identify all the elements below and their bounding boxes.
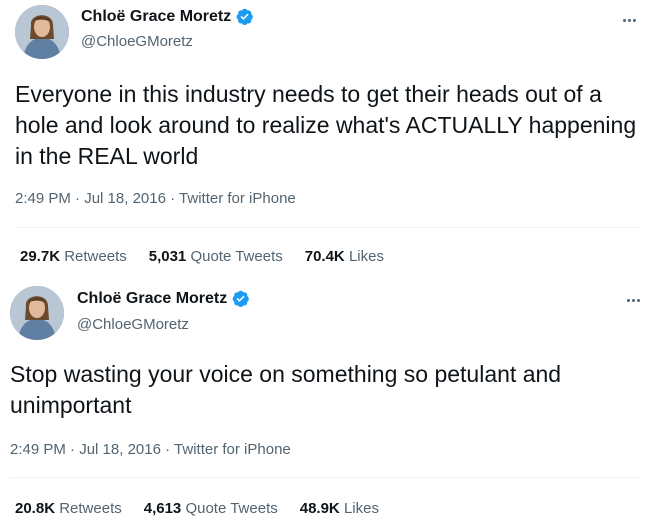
avatar-image <box>10 286 64 340</box>
tweet-date[interactable]: Jul 18, 2016 <box>79 441 161 458</box>
retweets-count: 20.8K <box>15 500 56 517</box>
tweet-text: Everyone in this industry needs to get t… <box>15 81 637 169</box>
author-name-row: Chloë Grace Moretz <box>81 7 254 26</box>
quote-tweets-count: 4,613 <box>143 500 182 517</box>
tweet-time[interactable]: 2:49 PM <box>10 441 66 458</box>
avatar[interactable] <box>15 5 69 59</box>
tweet-meta: 2:49 PM · Jul 18, 2016 · Twitter for iPh… <box>15 190 296 207</box>
likes-stat[interactable]: 48.9K Likes <box>300 500 379 517</box>
likes-label: Likes <box>343 500 379 517</box>
retweets-stat[interactable]: 29.7K Retweets <box>20 248 127 265</box>
meta-separator: · <box>165 441 171 458</box>
meta-separator: · <box>70 441 76 458</box>
more-options-icon[interactable] <box>622 290 644 310</box>
likes-count: 70.4K <box>304 248 345 265</box>
divider <box>15 227 640 228</box>
author-display-name[interactable]: Chloë Grace Moretz <box>77 290 227 308</box>
tweet-stats: 20.8K Retweets 4,613 Quote Tweets 48.9K … <box>15 500 379 517</box>
quote-tweets-stat[interactable]: 4,613 Quote Tweets <box>144 500 278 517</box>
more-options-icon[interactable] <box>618 10 640 30</box>
tweet-meta: 2:49 PM · Jul 18, 2016 · Twitter for iPh… <box>10 441 291 458</box>
divider <box>10 477 640 478</box>
likes-label: Likes <box>348 248 384 265</box>
likes-count: 48.9K <box>299 500 340 517</box>
avatar[interactable] <box>10 286 64 340</box>
meta-separator: · <box>75 190 81 207</box>
author-name-row: Chloë Grace Moretz <box>77 289 250 308</box>
tweet: Chloë Grace Moretz @ChloeGMoretz Everyon… <box>0 0 659 280</box>
tweet-stats: 29.7K Retweets 5,031 Quote Tweets 70.4K … <box>20 248 384 265</box>
quote-tweets-count: 5,031 <box>148 248 187 265</box>
tweet-source[interactable]: Twitter for iPhone <box>179 190 296 207</box>
author-display-name[interactable]: Chloë Grace Moretz <box>81 8 231 26</box>
author-handle[interactable]: @ChloeGMoretz <box>77 316 189 333</box>
tweet-time[interactable]: 2:49 PM <box>15 190 71 207</box>
author-handle[interactable]: @ChloeGMoretz <box>81 33 193 50</box>
avatar-image <box>15 5 69 59</box>
verified-badge-icon <box>236 8 254 25</box>
tweet-text: Stop wasting your voice on something so … <box>10 361 562 418</box>
retweets-label: Retweets <box>59 500 122 517</box>
tweet-date[interactable]: Jul 18, 2016 <box>84 190 166 207</box>
tweet: Chloë Grace Moretz @ChloeGMoretz Stop wa… <box>0 280 659 530</box>
tweet-source[interactable]: Twitter for iPhone <box>174 441 291 458</box>
quote-tweets-label: Quote Tweets <box>185 500 278 517</box>
meta-separator: · <box>170 190 176 207</box>
quote-tweets-label: Quote Tweets <box>190 248 283 265</box>
retweets-count: 29.7K <box>20 248 61 265</box>
quote-tweets-stat[interactable]: 5,031 Quote Tweets <box>149 248 283 265</box>
retweets-label: Retweets <box>64 248 127 265</box>
likes-stat[interactable]: 70.4K Likes <box>305 248 384 265</box>
retweets-stat[interactable]: 20.8K Retweets <box>15 500 122 517</box>
verified-badge-icon <box>232 290 250 307</box>
